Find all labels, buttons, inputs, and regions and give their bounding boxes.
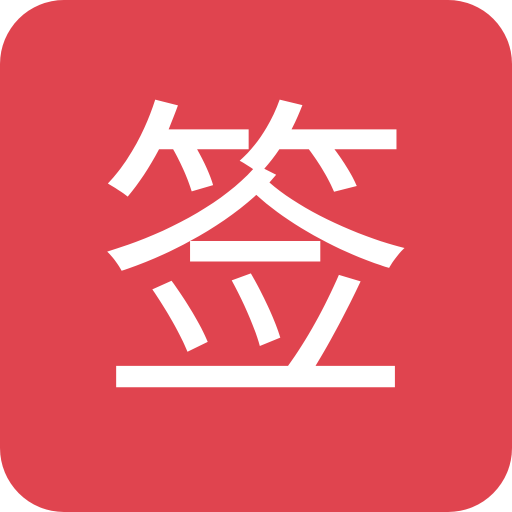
app-icon-tile[interactable]: 签: [0, 0, 512, 512]
app-icon-glyph: 签: [96, 74, 416, 446]
